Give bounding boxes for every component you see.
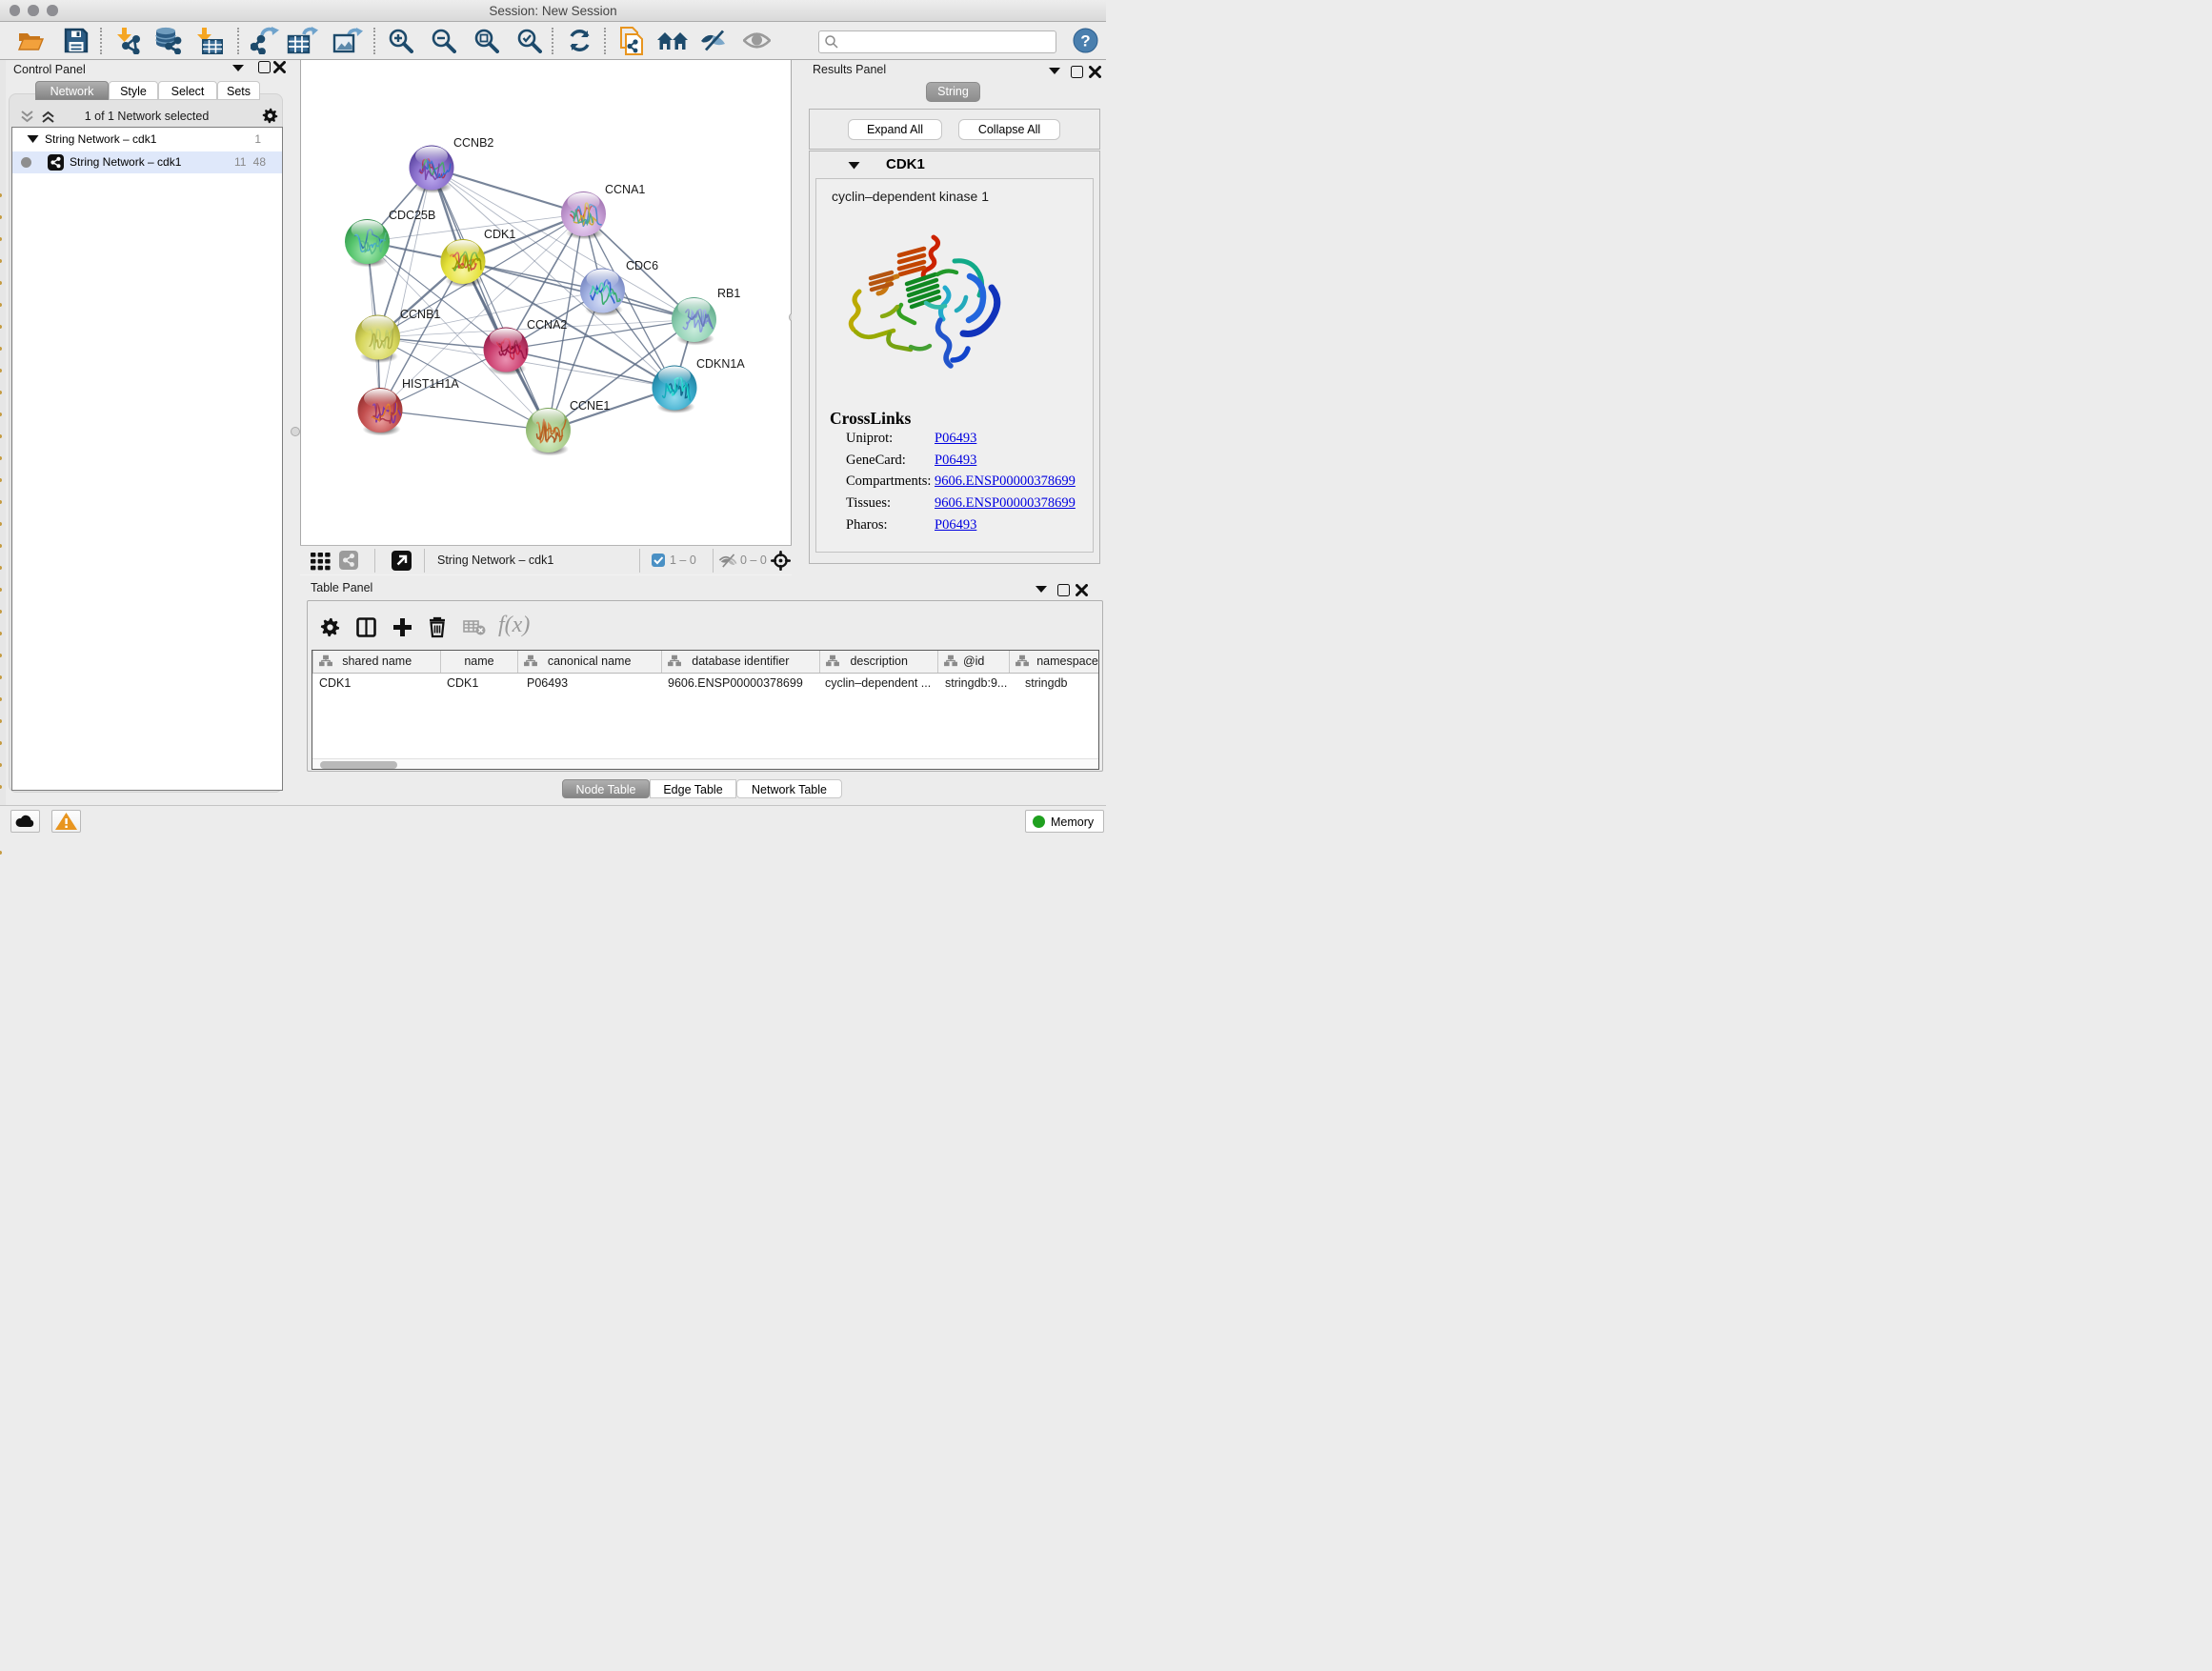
svg-text:HIST1H1A: HIST1H1A (402, 377, 459, 391)
svg-text:CCNA2: CCNA2 (527, 318, 567, 332)
svg-text:CCNB1: CCNB1 (400, 308, 440, 321)
svg-text:?: ? (1080, 32, 1090, 50)
svg-text:CDKN1A: CDKN1A (696, 357, 745, 371)
svg-text:CCNE1: CCNE1 (570, 399, 610, 413)
svg-text:CCNA1: CCNA1 (605, 183, 645, 196)
svg-text:CDC6: CDC6 (626, 259, 658, 272)
svg-text:CDK1: CDK1 (484, 228, 515, 241)
svg-text:CDC25B: CDC25B (389, 209, 435, 222)
svg-text:RB1: RB1 (717, 287, 740, 300)
svg-text:CCNB2: CCNB2 (453, 136, 493, 150)
